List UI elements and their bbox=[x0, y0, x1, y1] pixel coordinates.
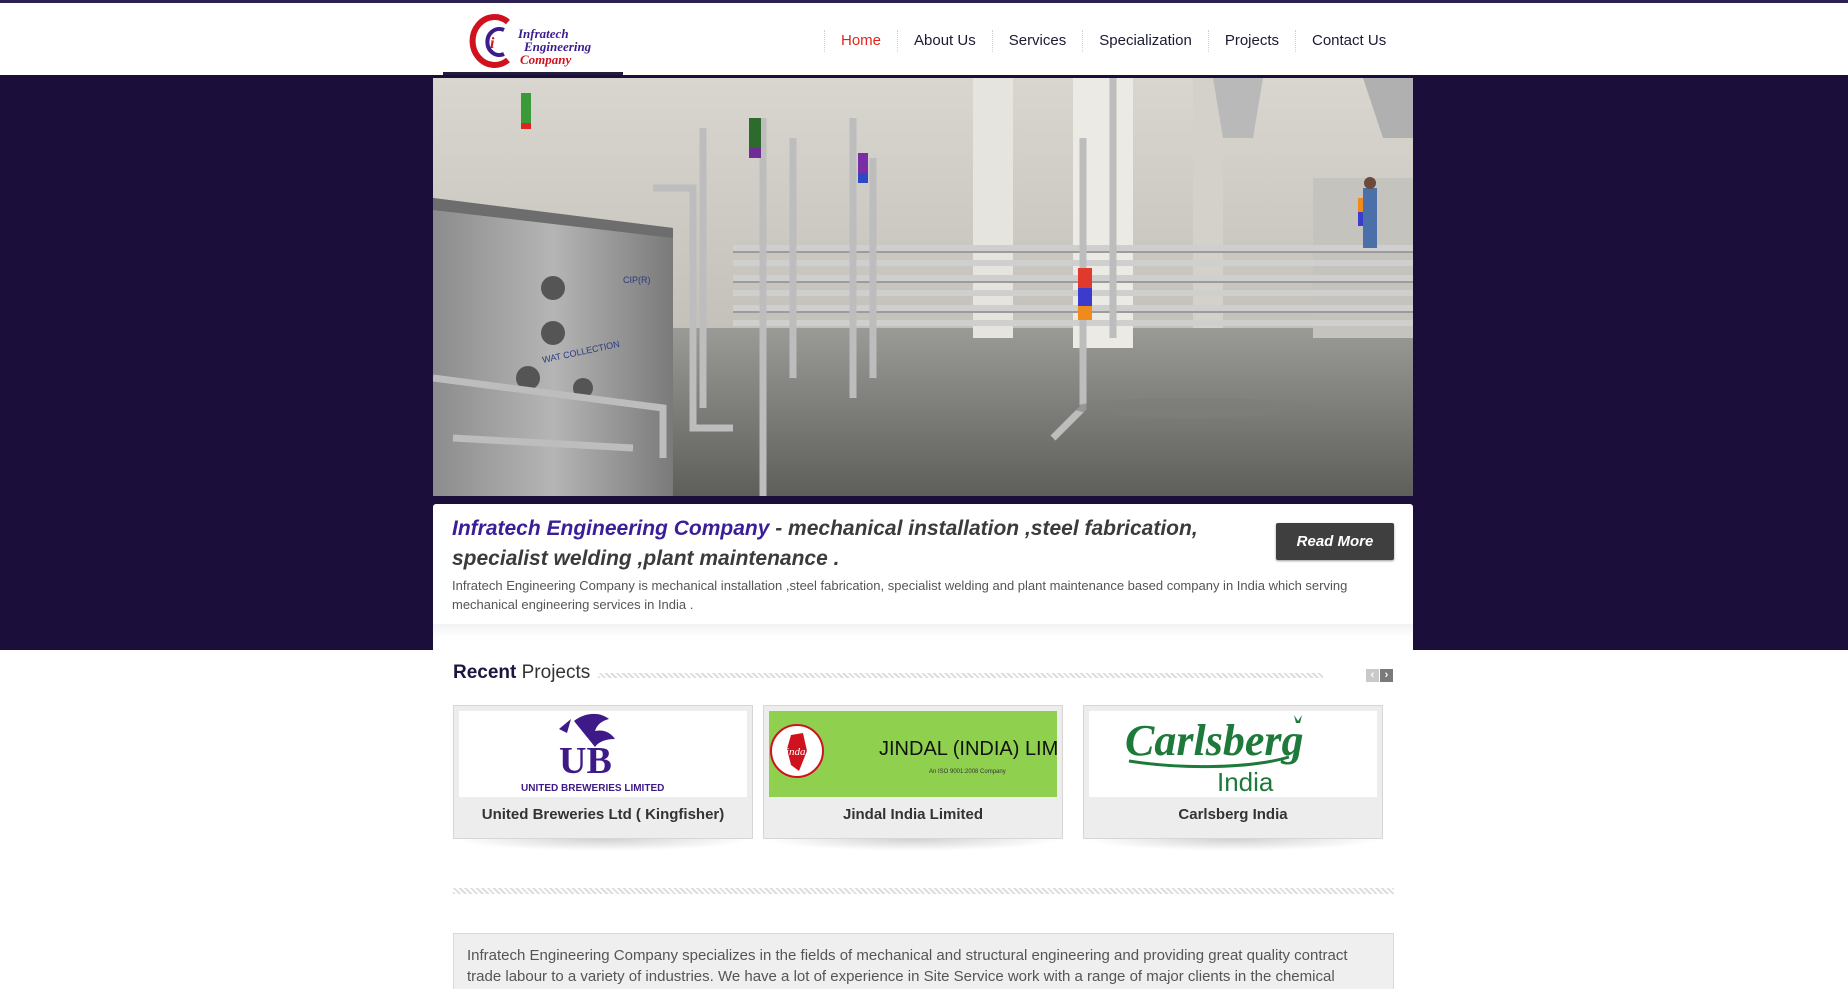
ub-logo-sub: UNITED BREWERIES LIMITED bbox=[521, 783, 664, 794]
read-more-button[interactable]: Read More bbox=[1276, 523, 1394, 560]
project-card-carlsberg[interactable]: Carlsberg India Carlsberg India bbox=[1083, 705, 1383, 839]
project-card-title[interactable]: Jindal India Limited bbox=[764, 806, 1062, 823]
carousel-next-button[interactable]: › bbox=[1380, 669, 1393, 682]
project-card-united-breweries[interactable]: UB UNITED BREWERIES LIMITED United Brewe… bbox=[453, 705, 753, 839]
card-shadow bbox=[453, 839, 753, 851]
nav-home[interactable]: Home bbox=[824, 30, 897, 52]
jindal-logo: Jindal JINDAL (INDIA) LIMITED An ISO 900… bbox=[769, 711, 1057, 797]
logo-line-3: Company bbox=[520, 52, 572, 67]
nav-about-us[interactable]: About Us bbox=[897, 30, 992, 52]
intro-tagline: Infratech Engineering Company - mechanic… bbox=[452, 514, 1212, 574]
jindal-logo-icon: Jindal JINDAL (INDIA) LIMITED An ISO 900… bbox=[770, 724, 1057, 778]
project-card-title[interactable]: United Breweries Ltd ( Kingfisher) bbox=[454, 806, 752, 823]
logo-text: Infratech Engineering Company bbox=[518, 27, 591, 66]
recent-projects-title: Recent Projects bbox=[453, 662, 599, 684]
project-card-jindal[interactable]: Jindal JINDAL (INDIA) LIMITED An ISO 900… bbox=[763, 705, 1063, 839]
hero-slider-image[interactable]: CIP(R) WAT COLLECTION bbox=[433, 78, 1413, 496]
jindal-logo-sub: An ISO 9001:2008 Company bbox=[929, 769, 1006, 775]
intro-panel: Infratech Engineering Company - mechanic… bbox=[433, 504, 1413, 989]
recent-projects-title-rest: Projects bbox=[516, 662, 591, 683]
section-divider bbox=[433, 624, 1413, 638]
site-header: i Infratech Engineering Company Home Abo… bbox=[0, 3, 1848, 75]
logo-mark-icon: i bbox=[469, 14, 510, 68]
chevron-right-icon: › bbox=[1384, 669, 1389, 681]
about-text-box: Infratech Engineering Company specialize… bbox=[453, 933, 1394, 989]
carlsberg-logo-icon: Carlsberg India bbox=[1125, 715, 1303, 797]
ub-logo-text: UB bbox=[559, 740, 612, 782]
jindal-logo-text: JINDAL (INDIA) LIMITED bbox=[879, 738, 1057, 760]
carlsberg-logo-sub: India bbox=[1217, 767, 1274, 797]
jindal-mark: Jindal bbox=[781, 746, 809, 758]
plate-label-1: CIP(R) bbox=[623, 275, 651, 285]
nav-projects[interactable]: Projects bbox=[1207, 30, 1295, 52]
nav-contact-us[interactable]: Contact Us bbox=[1295, 30, 1402, 52]
recent-projects-title-bold: Recent bbox=[453, 662, 517, 683]
about-text: Infratech Engineering Company specialize… bbox=[467, 947, 1348, 985]
carlsberg-logo: Carlsberg India bbox=[1089, 711, 1377, 797]
card-shadow bbox=[1083, 839, 1383, 851]
card-shadow bbox=[763, 839, 1063, 851]
section-title-rule bbox=[598, 673, 1323, 678]
carousel-prev-button[interactable]: ‹ bbox=[1366, 669, 1379, 682]
pegasus-logo-icon: UB UNITED BREWERIES LIMITED bbox=[521, 713, 664, 794]
company-logo[interactable]: i Infratech Engineering Company bbox=[443, 9, 623, 75]
united-breweries-logo: UB UNITED BREWERIES LIMITED bbox=[459, 711, 747, 797]
project-card-title[interactable]: Carlsberg India bbox=[1084, 806, 1382, 823]
svg-text:i: i bbox=[490, 35, 495, 52]
intro-description: Infratech Engineering Company is mechani… bbox=[452, 578, 1348, 612]
chevron-left-icon: ‹ bbox=[1370, 669, 1375, 681]
carlsberg-logo-text: Carlsberg bbox=[1125, 716, 1303, 765]
industrial-piping-photo-icon: CIP(R) WAT COLLECTION bbox=[433, 78, 1413, 496]
intro-brand-name[interactable]: Infratech Engineering Company bbox=[452, 517, 769, 540]
nav-specialization[interactable]: Specialization bbox=[1082, 30, 1208, 52]
nav-services[interactable]: Services bbox=[991, 30, 1083, 52]
content-divider bbox=[453, 888, 1394, 894]
main-nav: Home About Us Services Specialization Pr… bbox=[824, 30, 1402, 80]
